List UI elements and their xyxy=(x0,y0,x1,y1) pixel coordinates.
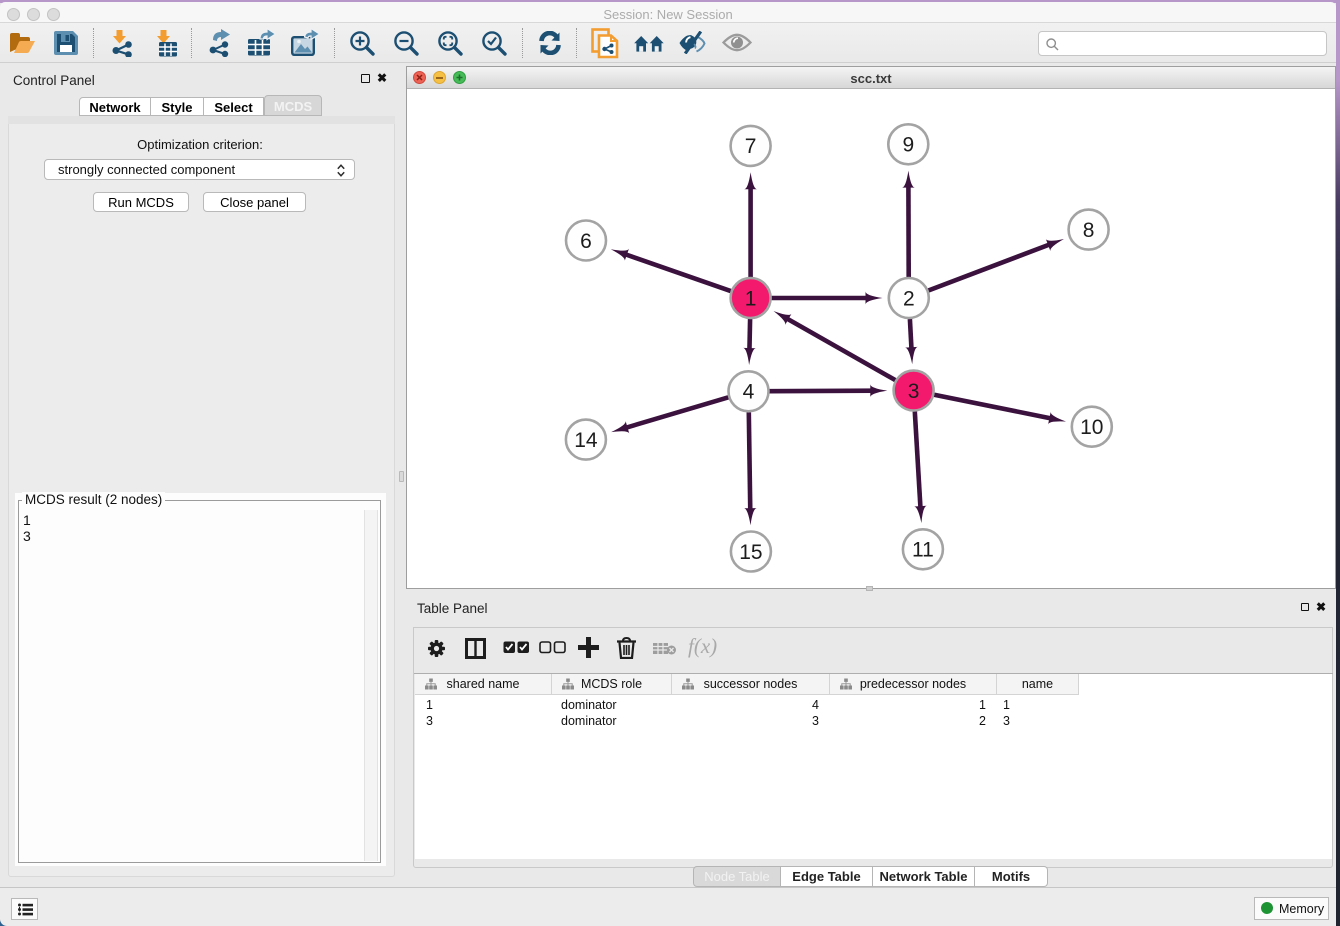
svg-text:14: 14 xyxy=(574,429,598,452)
svg-text:1: 1 xyxy=(745,287,757,310)
svg-text:15: 15 xyxy=(739,541,762,564)
svg-text:7: 7 xyxy=(745,135,757,158)
svg-text:4: 4 xyxy=(743,381,755,404)
svg-text:8: 8 xyxy=(1083,219,1095,242)
svg-text:6: 6 xyxy=(580,230,592,253)
svg-text:10: 10 xyxy=(1080,416,1103,439)
svg-text:2: 2 xyxy=(903,287,915,310)
svg-text:9: 9 xyxy=(902,134,914,157)
svg-text:3: 3 xyxy=(908,380,920,403)
svg-text:11: 11 xyxy=(912,539,934,562)
